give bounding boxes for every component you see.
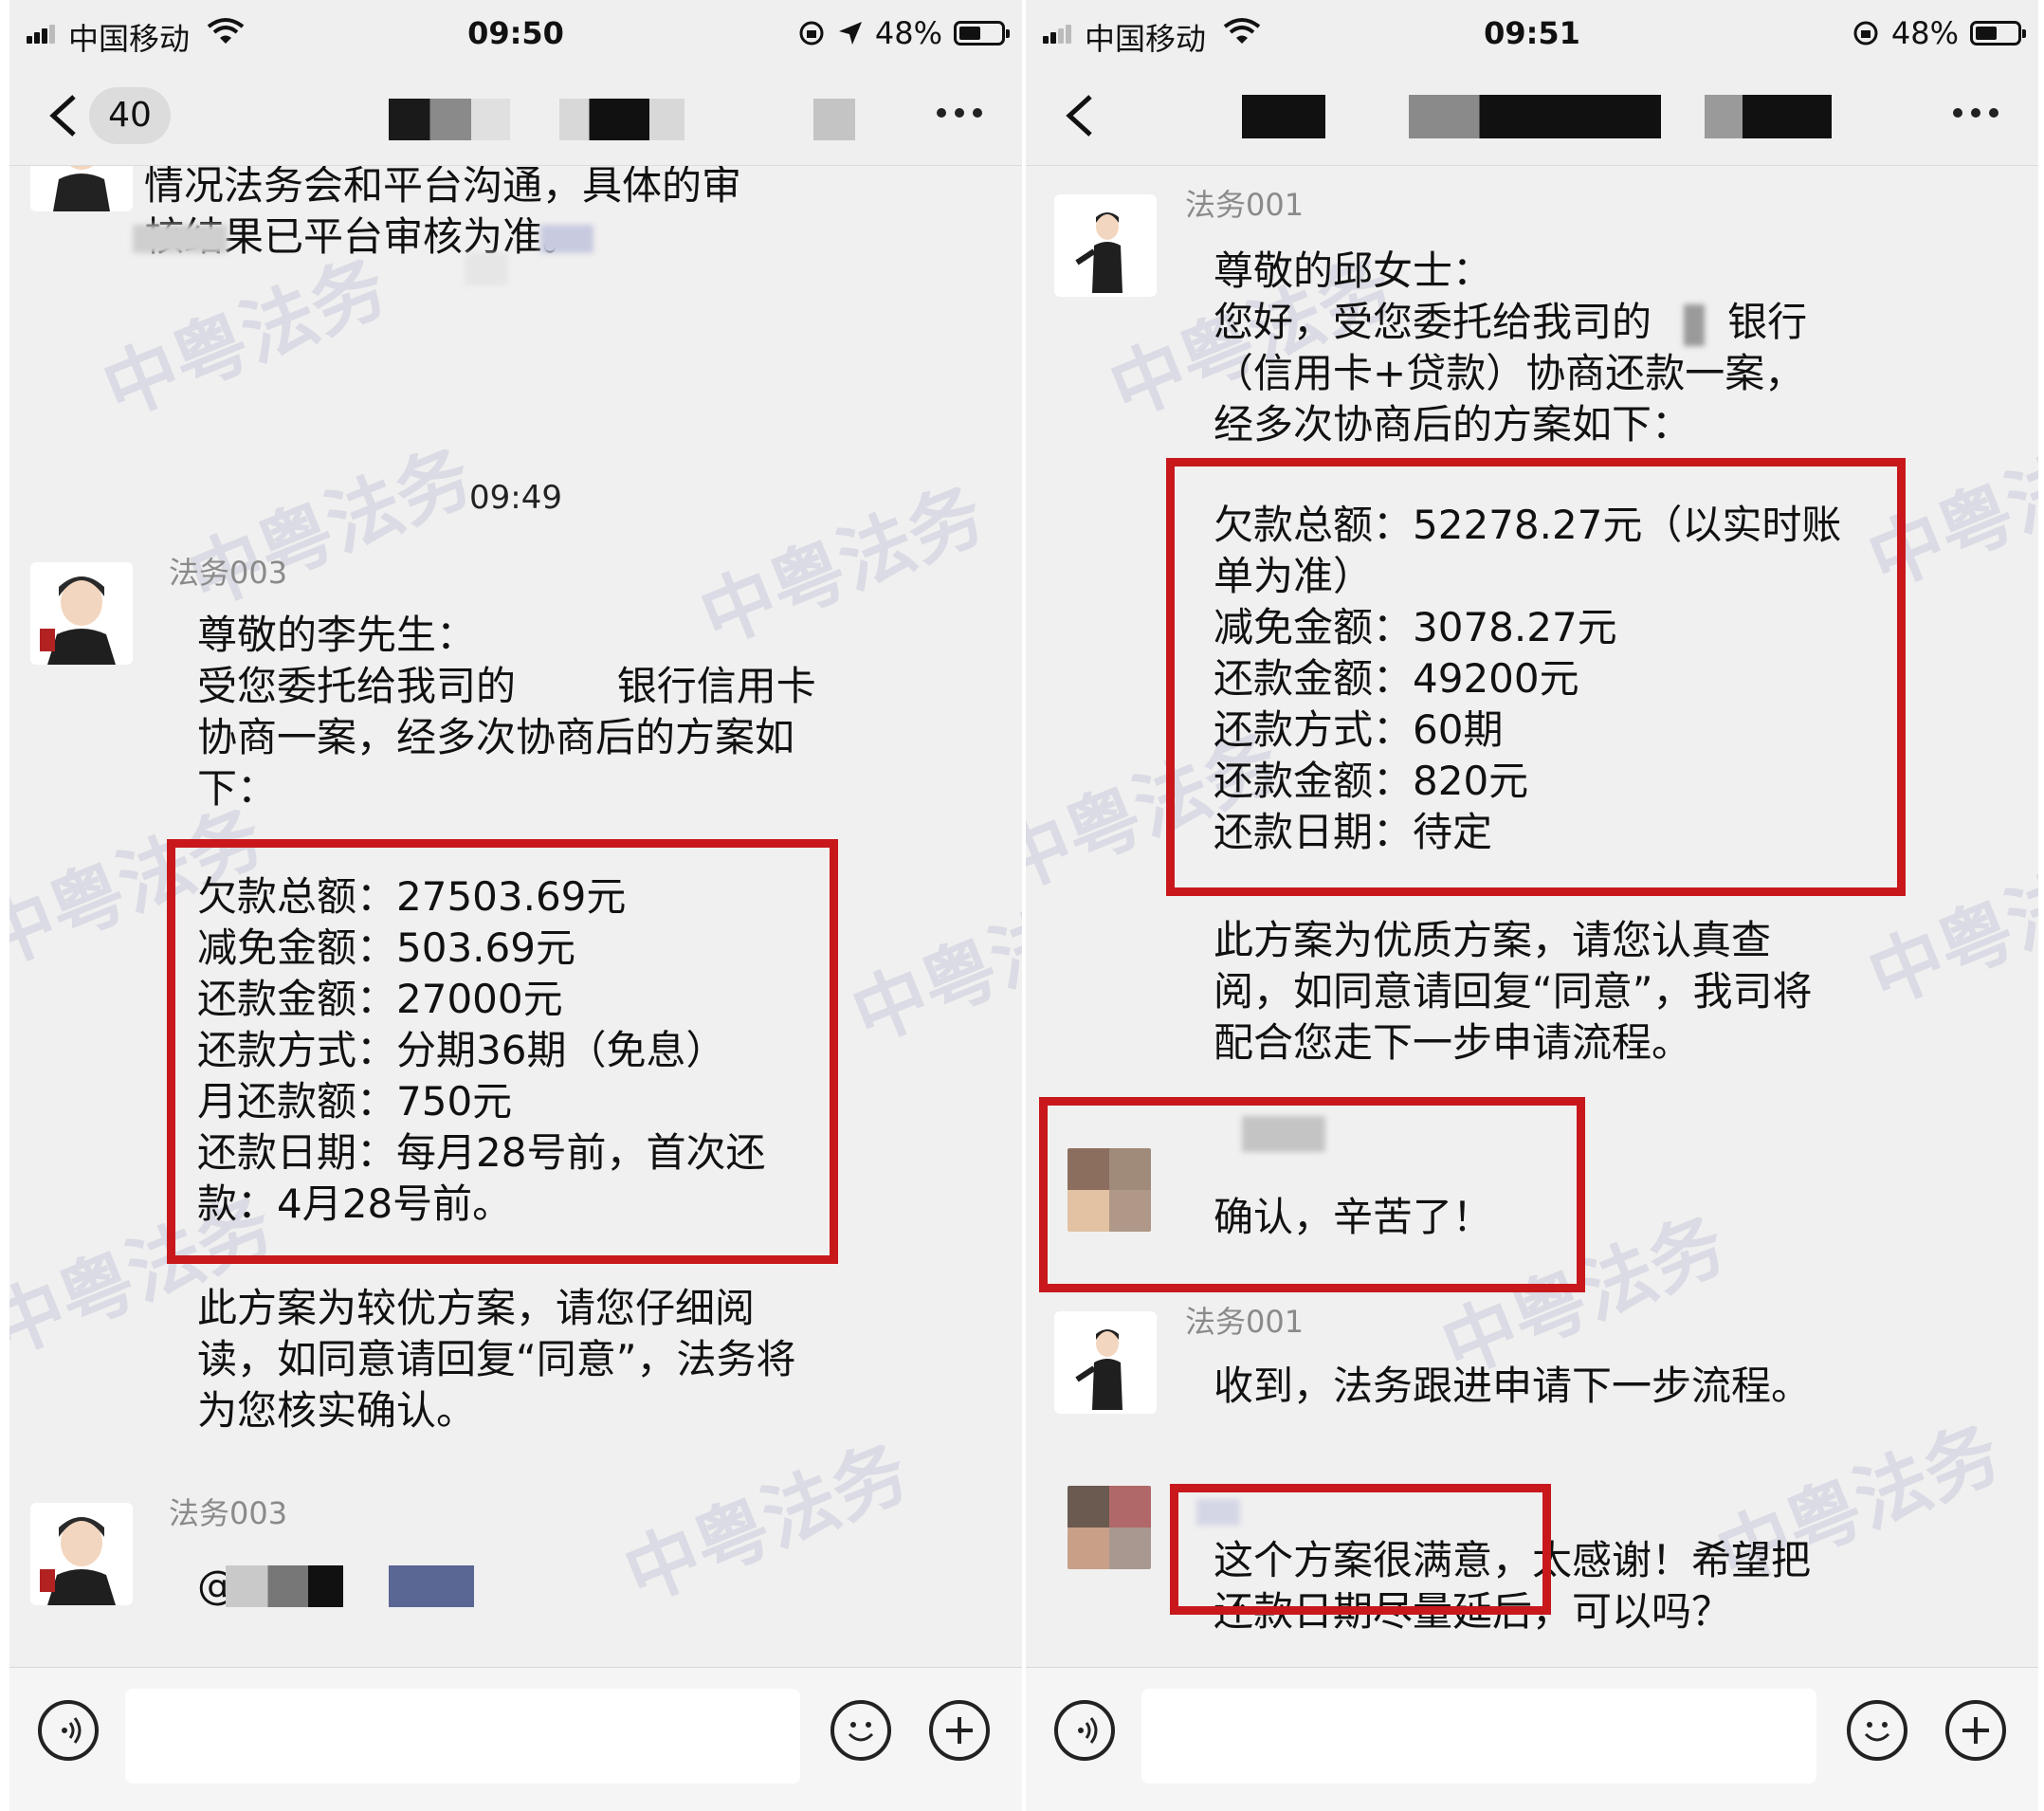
client-reply: 确认，辛苦了！ <box>1214 1194 1493 1240</box>
plus-icon <box>1962 1717 1989 1744</box>
rotation-lock-icon <box>799 21 824 46</box>
avatar-lawyer[interactable] <box>30 166 133 211</box>
battery-icon <box>1970 21 2026 46</box>
smiley-icon <box>848 1722 874 1742</box>
redacted-area <box>1242 1116 1325 1152</box>
voice-icon <box>62 1717 82 1744</box>
status-bar: 中国移动 09:51 48% <box>1026 0 2038 66</box>
voice-button[interactable] <box>1054 1700 1115 1761</box>
avatar-lawyer[interactable] <box>1054 1311 1157 1414</box>
back-chevron-icon[interactable] <box>1062 93 1100 138</box>
watermark: 中粤法务 <box>613 1429 921 1619</box>
redacted-title <box>389 99 510 140</box>
smiley-icon <box>1864 1722 1890 1742</box>
battery-percent: 48% <box>1890 15 1959 51</box>
add-button[interactable] <box>1945 1700 2006 1761</box>
sender-name: 法务001 <box>1185 1304 1305 1340</box>
redacted-area <box>465 253 508 285</box>
sender-name: 法务003 <box>169 555 288 591</box>
status-bar: 中国移动 09:50 48% <box>9 0 1022 66</box>
avatar-lawyer[interactable] <box>1054 194 1157 297</box>
redacted-mention <box>389 1565 474 1607</box>
message-text: 情况法务会和平台沟通，具体的审 核结果已平台审核为准。 <box>144 166 742 260</box>
message-text: 收到，法务跟进申请下一步流程。 <box>1214 1363 1812 1409</box>
redacted-area <box>1684 304 1705 346</box>
watermark: 中粤法务 <box>841 869 1022 1060</box>
input-bar <box>9 1667 1022 1811</box>
message-text: 此方案为优质方案，请您认真查 阅，如同意请回复“同意”，我司将 配合您走下一步申… <box>1214 917 1813 1066</box>
voice-icon <box>1078 1717 1098 1744</box>
avatar-client[interactable] <box>1068 1148 1151 1232</box>
redacted-title <box>1242 95 1325 138</box>
redacted-title <box>813 99 855 140</box>
battery-percent: 48% <box>874 15 942 51</box>
chat-screen-left: 中国移动 09:50 48% 40 中粤法务 中粤法务 中粤法务 中粤法务 中粤… <box>9 0 1022 1811</box>
sender-name: 法务001 <box>1185 187 1305 223</box>
message-input[interactable] <box>125 1689 800 1784</box>
watermark: 中粤法务 <box>177 433 484 624</box>
emoji-button[interactable] <box>830 1700 891 1761</box>
add-button[interactable] <box>929 1700 990 1761</box>
more-icon[interactable] <box>937 108 982 119</box>
redacted-area <box>540 225 593 253</box>
location-icon <box>838 22 862 45</box>
redacted-area <box>133 225 228 253</box>
plus-icon <box>946 1717 973 1744</box>
emoji-button[interactable] <box>1847 1700 1907 1761</box>
plan-details: 欠款总额：52278.27元（以实时账 单为准） 减免金额：3078.27元 还… <box>1214 502 1842 855</box>
rotation-lock-icon <box>1853 21 1878 46</box>
message-text: 尊敬的邱女士： 您好，受您委托给我司的 银行 （信用卡+贷款）协商还款一案， 经… <box>1214 247 1808 448</box>
input-bar <box>1026 1667 2038 1811</box>
message-list[interactable]: 中粤法务 中粤法务 中粤法务 中粤法务 中粤法务 中粤法务 中粤法务 情况法务会… <box>9 166 1022 1664</box>
highlight-box <box>1170 1484 1551 1615</box>
time-divider: 09:49 <box>469 479 562 517</box>
redacted-title <box>559 99 684 140</box>
chat-screen-right: 中国移动 09:51 48% 中粤法务 中粤法务 中粤法务 中粤法务 中粤法务 … <box>1026 0 2038 1811</box>
avatar-lawyer[interactable] <box>30 1503 133 1605</box>
battery-icon <box>954 21 1010 46</box>
message-list[interactable]: 中粤法务 中粤法务 中粤法务 中粤法务 中粤法务 中粤法务 法务001 尊敬的邱… <box>1026 166 2038 1664</box>
redacted-title <box>1705 95 1832 138</box>
message-text: 此方案为较优方案，请您仔细阅 读，如同意请回复“同意”，法务将 为您核实确认。 <box>197 1285 796 1434</box>
chat-header: 40 <box>9 66 1022 166</box>
sender-name: 法务003 <box>169 1495 288 1531</box>
voice-button[interactable] <box>38 1700 99 1761</box>
message-input[interactable] <box>1141 1689 1816 1784</box>
avatar-client[interactable] <box>1068 1486 1151 1569</box>
back-chevron-icon[interactable] <box>46 93 83 138</box>
redacted-title <box>1409 95 1661 138</box>
avatar-lawyer[interactable] <box>30 562 133 665</box>
redacted-mention <box>226 1565 343 1607</box>
unread-count-badge[interactable]: 40 <box>89 87 171 144</box>
message-text: 尊敬的李先生： 受您委托给我司的 银行信用卡 协商一案，经多次协商后的方案如 下… <box>197 612 816 812</box>
chat-header <box>1026 66 2038 166</box>
more-icon[interactable] <box>1953 108 1998 119</box>
plan-details: 欠款总额：27503.69元 减免金额：503.69元 还款金额：27000元 … <box>197 873 766 1227</box>
